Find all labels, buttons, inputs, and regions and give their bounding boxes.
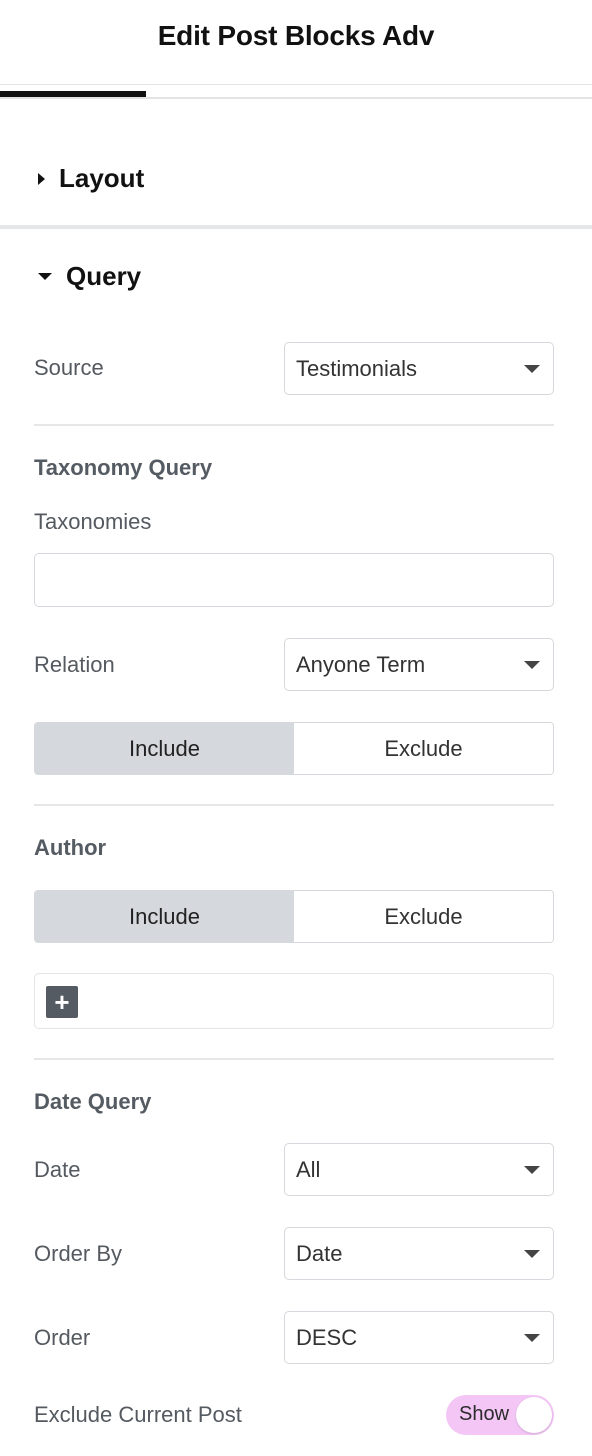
section-query-toggle[interactable]: Query <box>38 261 141 292</box>
exclude-current-post-toggle[interactable]: Show <box>446 1395 554 1435</box>
order-value: DESC <box>296 1324 358 1350</box>
taxonomy-include-exclude-control: Include Exclude <box>34 722 554 775</box>
chevron-down-icon <box>524 1334 540 1342</box>
section-layout-toggle[interactable]: Layout <box>38 163 144 194</box>
divider <box>34 424 554 426</box>
taxonomy-exclude-option[interactable]: Exclude <box>294 723 553 774</box>
relation-select[interactable]: Anyone Term <box>284 638 554 691</box>
order-by-select[interactable]: Date <box>284 1227 554 1280</box>
taxonomies-input[interactable] <box>34 553 554 607</box>
source-label: Source <box>34 355 104 380</box>
chevron-down-icon <box>524 661 540 669</box>
order-by-value: Date <box>296 1240 343 1266</box>
page-title: Edit Post Blocks Adv <box>157 20 435 51</box>
header-divider <box>0 84 592 85</box>
toggle-state-text: Show <box>459 1403 510 1425</box>
order-by-label: Order By <box>34 1241 123 1266</box>
order-select[interactable]: DESC <box>284 1311 554 1364</box>
author-include-exclude-control: Include Exclude <box>34 890 554 943</box>
author-include-option[interactable]: Include <box>35 891 294 942</box>
toggle-knob <box>516 1397 552 1433</box>
add-author-button[interactable]: + <box>46 986 78 1018</box>
section-layout-label: Layout <box>59 163 145 193</box>
caret-right-icon <box>38 172 45 185</box>
source-select[interactable]: Testimonials <box>284 342 554 395</box>
taxonomy-query-heading: Taxonomy Query <box>34 455 213 480</box>
tab-bar <box>0 90 592 100</box>
section-divider <box>0 225 592 229</box>
date-select[interactable]: All <box>284 1143 554 1196</box>
author-heading: Author <box>34 835 107 860</box>
relation-label: Relation <box>34 652 115 677</box>
active-tab-indicator[interactable] <box>0 91 146 97</box>
exclude-current-post-label: Exclude Current Post <box>34 1402 242 1427</box>
caret-down-icon <box>38 273 52 280</box>
source-value: Testimonials <box>296 355 418 381</box>
panel-header: Edit Post Blocks Adv <box>0 0 592 86</box>
plus-icon: + <box>54 987 70 1017</box>
chevron-down-icon <box>524 365 540 373</box>
author-exclude-option[interactable]: Exclude <box>294 891 553 942</box>
relation-value: Anyone Term <box>296 651 426 677</box>
author-selector[interactable]: + <box>34 973 554 1029</box>
taxonomies-label: Taxonomies <box>34 509 152 534</box>
taxonomy-include-option[interactable]: Include <box>35 723 294 774</box>
divider <box>34 804 554 806</box>
tab-bar-line <box>0 97 592 99</box>
chevron-down-icon <box>524 1250 540 1258</box>
date-value: All <box>296 1156 321 1182</box>
section-query-label: Query <box>66 261 142 291</box>
order-label: Order <box>34 1325 91 1350</box>
date-label: Date <box>34 1157 81 1182</box>
chevron-down-icon <box>524 1166 540 1174</box>
date-query-heading: Date Query <box>34 1089 152 1114</box>
divider <box>34 1058 554 1060</box>
